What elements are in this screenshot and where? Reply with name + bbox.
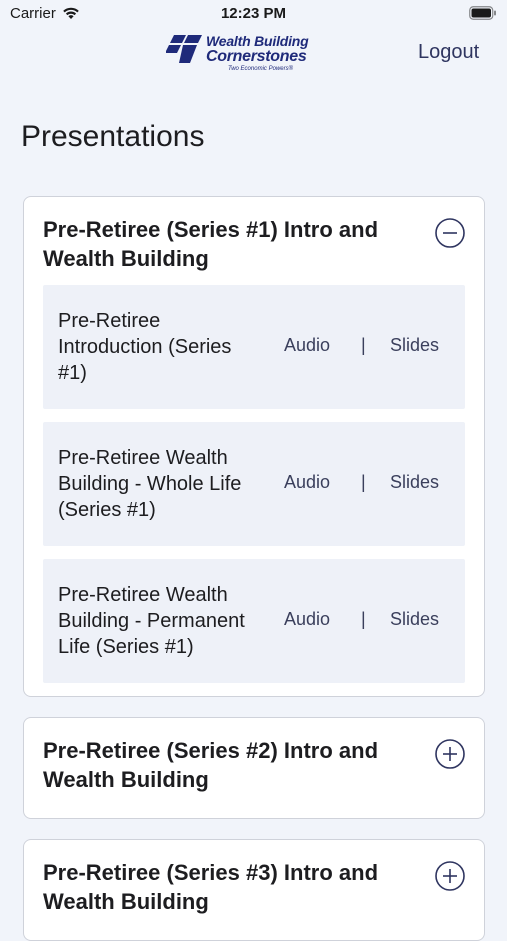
- series-card: Pre-Retiree (Series #1) Intro and Wealth…: [23, 196, 485, 697]
- link-separator: |: [361, 335, 366, 355]
- battery-icon: [469, 6, 497, 25]
- logo-line-2: Cornerstones: [206, 48, 307, 65]
- logo-tagline: Two Economic Powers®: [228, 66, 293, 72]
- logout-button[interactable]: Logout: [418, 41, 479, 64]
- presentation-title: Pre-Retiree Introduction (Series #1): [58, 310, 232, 384]
- link-separator: |: [361, 472, 366, 492]
- audio-link[interactable]: Audio: [284, 609, 330, 630]
- slides-link[interactable]: Slides: [390, 472, 439, 493]
- series-title[interactable]: Pre-Retiree (Series #2) Intro and Wealth…: [43, 736, 408, 794]
- app-header: Wealth Building Cornerstones Two Economi…: [0, 30, 507, 80]
- presentation-item: Pre-Retiree Wealth Building - Whole Life…: [43, 422, 465, 546]
- company-logo: Wealth Building Cornerstones Two Economi…: [165, 33, 346, 77]
- plus-circle-icon[interactable]: [434, 738, 466, 770]
- presentation-title: Pre-Retiree Wealth Building - Permanent …: [58, 584, 245, 658]
- audio-link[interactable]: Audio: [284, 335, 330, 356]
- status-bar: Carrier 12:23 PM: [0, 0, 507, 30]
- presentation-title: Pre-Retiree Wealth Building - Whole Life…: [58, 447, 242, 521]
- link-separator: |: [361, 609, 366, 629]
- series-card: Pre-Retiree (Series #3) Intro and Wealth…: [23, 839, 485, 941]
- series-card: Pre-Retiree (Series #2) Intro and Wealth…: [23, 717, 485, 819]
- minus-circle-icon[interactable]: [434, 217, 466, 249]
- status-time: 12:23 PM: [220, 5, 287, 22]
- slides-link[interactable]: Slides: [390, 335, 439, 356]
- presentation-item: Pre-Retiree Wealth Building - Permanent …: [43, 559, 465, 683]
- slides-link[interactable]: Slides: [390, 609, 439, 630]
- presentation-item: Pre-Retiree Introduction (Series #1) Aud…: [43, 285, 465, 409]
- logo-line-1: Wealth Building: [206, 33, 309, 49]
- series-title[interactable]: Pre-Retiree (Series #3) Intro and Wealth…: [43, 858, 408, 916]
- series-title[interactable]: Pre-Retiree (Series #1) Intro and Wealth…: [43, 215, 408, 273]
- plus-circle-icon[interactable]: [434, 860, 466, 892]
- audio-link[interactable]: Audio: [284, 472, 330, 493]
- page-title: Presentations: [21, 120, 205, 153]
